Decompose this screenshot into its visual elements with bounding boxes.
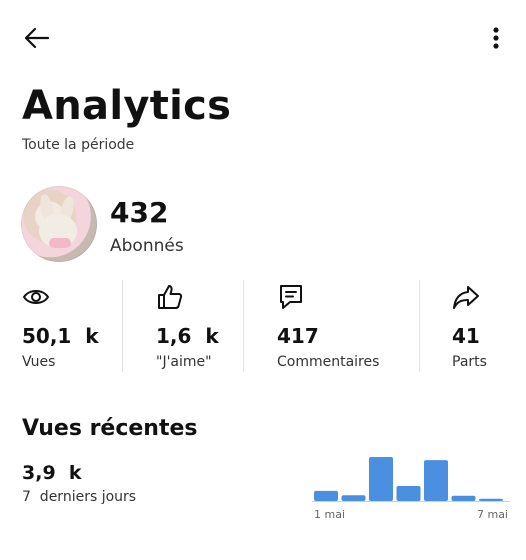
more-vertical-icon [493,27,499,49]
recent-views-period: 7 derniers jours [22,489,137,505]
stat-label: Parts [452,354,487,370]
chart-bar-7-mai [479,498,503,501]
avatar[interactable] [21,186,97,262]
arrow-left-icon [24,27,50,49]
x-tick-label-start: 1 mai [314,508,345,521]
chart-bar-2-mai [341,495,366,501]
stat-label: Commentaires [277,354,380,370]
recent-views-chart[interactable]: 1 mai 7 mai [308,450,514,530]
chart-bar-5-mai [424,460,448,501]
chart-bar-4-mai [396,486,421,501]
bar-chart-svg: 1 mai 7 mai [312,457,510,521]
thumbs-up-icon [158,285,183,309]
page-title: Analytics [22,83,232,129]
more-options-button[interactable] [486,24,506,52]
stat-value: 1,6 k [156,324,219,348]
back-button[interactable] [22,24,52,52]
stat-value: 417 [277,324,319,348]
eye-icon [23,290,49,304]
stat-value: 41 [452,324,480,348]
divider [243,280,244,372]
share-icon [453,286,479,309]
stat-value: 50,1 k [22,324,99,348]
comment-icon [280,285,302,309]
stat-label: Vues [22,354,56,370]
followers-label: Abonnés [110,236,184,256]
followers-count: 432 [110,196,169,229]
x-tick-label-end: 7 mai [477,508,508,521]
divider [419,280,420,372]
recent-views-title: Vues récentes [22,416,198,441]
chart-bar-3-mai [369,457,393,501]
page-subtitle: Toute la période [22,137,135,153]
stat-label: "J'aime" [156,354,212,370]
chart-bar-1-mai [314,490,338,501]
recent-views-value: 3,9 k [22,462,82,484]
divider [122,280,123,372]
chart-bar-6-mai [451,495,476,501]
